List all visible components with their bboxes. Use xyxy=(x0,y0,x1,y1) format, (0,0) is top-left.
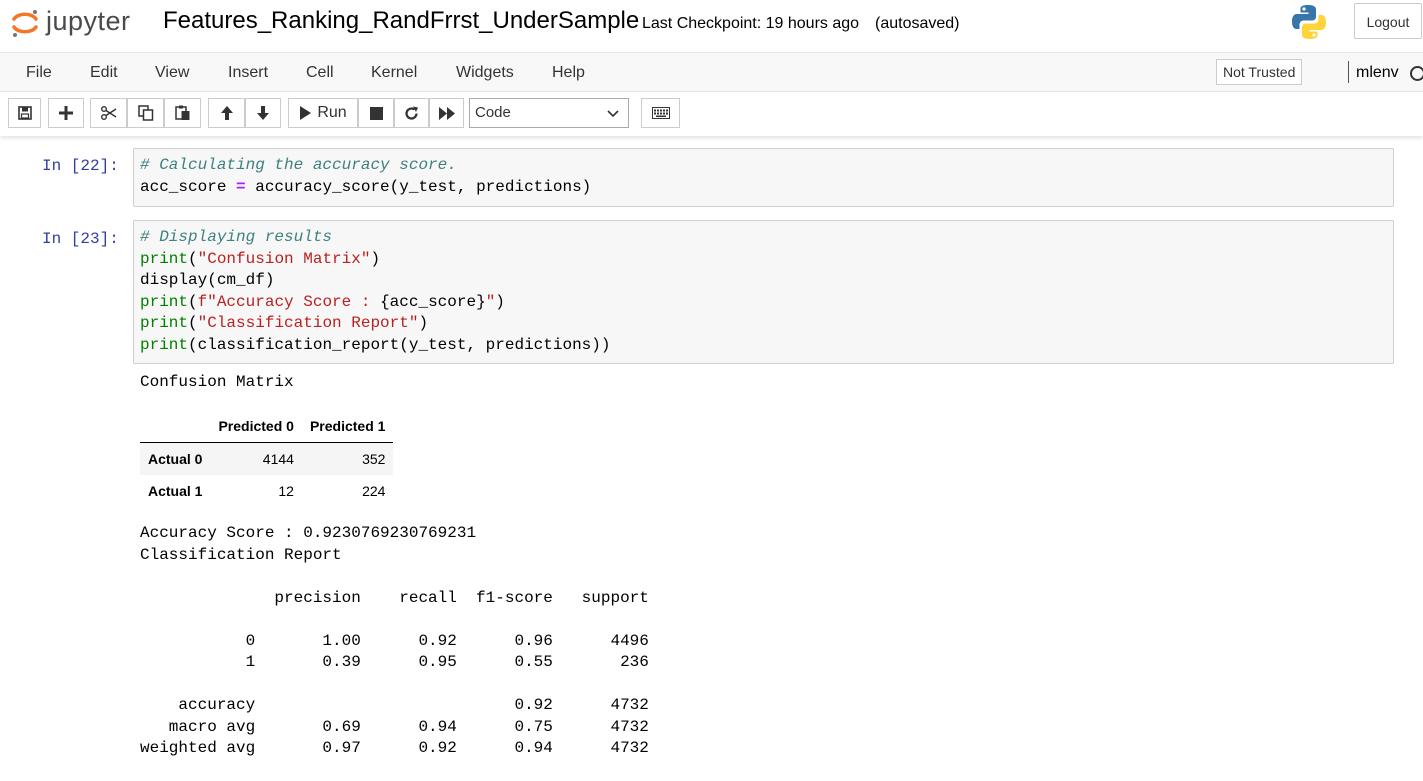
move-up-button[interactable] xyxy=(208,98,245,128)
chevron-down-icon xyxy=(607,110,619,118)
cell-type-value: Code xyxy=(475,104,511,121)
cut-icon xyxy=(100,106,116,120)
arrow-down-icon xyxy=(257,106,269,120)
table-cell: 352 xyxy=(362,451,386,467)
code-cell-input[interactable]: # Displaying results print("Confusion Ma… xyxy=(133,220,1394,364)
menu-file[interactable]: File xyxy=(26,64,52,82)
kernel-name[interactable]: mlenv xyxy=(1356,64,1399,82)
menu-view[interactable]: View xyxy=(155,64,189,82)
keyboard-icon xyxy=(651,107,670,119)
checkpoint-status: Last Checkpoint: 19 hours ago xyxy=(642,15,860,32)
play-icon xyxy=(300,106,312,120)
python-logo-icon xyxy=(1292,5,1326,39)
row-header: Actual 1 xyxy=(148,483,203,499)
code-line: display(cm_df) xyxy=(140,271,275,289)
run-button-label: Run xyxy=(317,104,347,121)
move-down-button[interactable] xyxy=(245,98,281,128)
code-comment: # Displaying results xyxy=(140,228,333,246)
save-button[interactable] xyxy=(8,98,41,128)
menu-help[interactable]: Help xyxy=(552,64,585,82)
fast-forward-icon xyxy=(438,106,455,120)
code-cell-input[interactable]: # Calculating the accuracy score. acc_sc… xyxy=(133,148,1394,207)
table-cell: 12 xyxy=(278,483,294,499)
code-line: print(classification_report(y_test, pred… xyxy=(140,335,611,354)
report-line: precision recall f1-score support xyxy=(140,588,649,607)
interrupt-button[interactable] xyxy=(358,98,394,128)
paste-icon xyxy=(174,105,189,120)
copy-icon xyxy=(137,105,153,121)
code-line: # Calculating the accuracy score. xyxy=(140,155,1387,177)
confusion-matrix-table: Predicted 0 Predicted 1 Actual 0 4144 35… xyxy=(140,410,394,507)
menu-edit[interactable]: Edit xyxy=(90,64,118,82)
kernel-idle-indicator-icon xyxy=(1410,66,1423,81)
toolbar: Run Code xyxy=(0,92,1423,136)
column-header: Predicted 1 xyxy=(301,410,394,443)
copy-button[interactable] xyxy=(127,98,164,128)
menu-bar: File Edit View Insert Cell Kernel Widget… xyxy=(0,52,1423,92)
column-header: Predicted 0 xyxy=(210,410,302,443)
restart-run-all-button[interactable] xyxy=(429,98,464,128)
accuracy-output: Accuracy Score : 0.9230769230769231 xyxy=(140,524,477,542)
jupyter-wordmark: jupyter xyxy=(46,6,131,36)
table-cell: 4144 xyxy=(262,451,294,467)
save-icon xyxy=(17,106,32,120)
code-line: acc_score = accuracy_score(y_test, predi… xyxy=(140,177,592,196)
row-header: Actual 0 xyxy=(148,451,203,467)
jupyter-logo[interactable]: jupyter xyxy=(10,4,150,44)
jupyter-ring-icon xyxy=(12,10,38,37)
run-button[interactable]: Run xyxy=(288,98,358,128)
notebook-header: jupyter Features_Ranking_RandFrrst_Under… xyxy=(0,0,1423,52)
report-title: Classification Report xyxy=(140,546,342,564)
menu-insert[interactable]: Insert xyxy=(228,64,268,82)
trust-button[interactable]: Not Trusted xyxy=(1216,59,1303,85)
report-line: weighted avg 0.97 0.92 0.94 4732 xyxy=(140,739,649,757)
kernel-separator xyxy=(1348,61,1349,83)
arrow-up-icon xyxy=(220,106,233,120)
restart-button[interactable] xyxy=(394,98,429,128)
report-line: accuracy 0.92 4732 xyxy=(140,696,649,714)
cell-type-select[interactable]: Code xyxy=(469,98,629,128)
code-line: print(f"Accuracy Score : {acc_score}") xyxy=(140,292,505,311)
plus-icon xyxy=(59,106,73,120)
cell-prompt: In [22]: xyxy=(42,157,119,175)
report-line: 1 0.39 0.95 0.55 236 xyxy=(140,653,649,671)
command-palette-button[interactable] xyxy=(641,98,680,128)
report-line: 0 1.00 0.92 0.96 4496 xyxy=(140,631,649,650)
insert-cell-button[interactable] xyxy=(48,98,84,128)
table-cell: 224 xyxy=(362,483,386,499)
notebook-title[interactable]: Features_Ranking_RandFrrst_UnderSample xyxy=(163,7,639,35)
paste-button[interactable] xyxy=(164,98,201,128)
report-line: macro avg 0.69 0.94 0.75 4732 xyxy=(140,717,649,736)
restart-icon xyxy=(405,106,418,120)
code-line: print("Classification Report") xyxy=(140,314,429,332)
classification-report: precision recall f1-score support 0 1.00… xyxy=(140,566,649,781)
report-line xyxy=(140,609,649,631)
autosave-status: (autosaved) xyxy=(875,15,960,32)
menu-cell[interactable]: Cell xyxy=(306,64,334,82)
table-row: Actual 0 4144 352 xyxy=(140,442,394,475)
output-confusion-title: Confusion Matrix xyxy=(140,373,294,391)
cut-button[interactable] xyxy=(90,98,127,128)
table-corner xyxy=(140,410,211,443)
cell-prompt: In [23]: xyxy=(42,230,119,248)
menu-kernel[interactable]: Kernel xyxy=(371,64,417,82)
code-line: # Displaying results xyxy=(140,227,1387,249)
table-row: Actual 1 12 224 xyxy=(140,475,393,507)
menu-widgets[interactable]: Widgets xyxy=(456,64,514,82)
code-line: print("Confusion Matrix") xyxy=(140,249,381,268)
code-comment: # Calculating the accuracy score. xyxy=(140,156,457,174)
stop-icon xyxy=(369,106,383,120)
report-line xyxy=(140,674,649,696)
logout-button[interactable]: Logout xyxy=(1354,3,1422,39)
